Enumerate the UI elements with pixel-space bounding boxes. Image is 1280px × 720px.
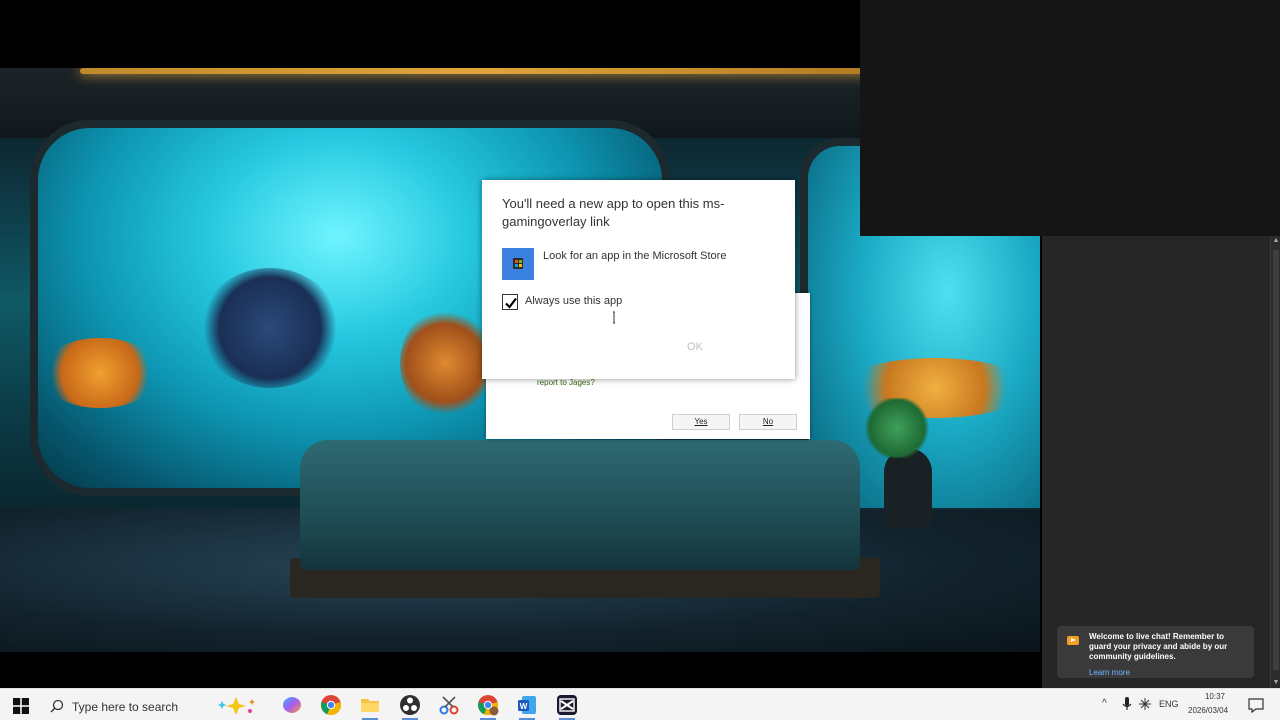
file-explorer-icon[interactable] <box>359 694 381 720</box>
report-text[interactable]: report to Jages? <box>537 378 595 387</box>
notification-center-icon[interactable] <box>1248 697 1264 713</box>
store-option-label: Look for an app in the Microsoft Store <box>543 250 727 262</box>
scroll-down-icon[interactable]: ▼ <box>1272 678 1280 688</box>
start-button[interactable] <box>8 697 34 715</box>
wallpaper-bed <box>300 440 860 570</box>
wallpaper-coral <box>40 338 160 408</box>
learn-more-link[interactable]: Learn more <box>1089 668 1246 678</box>
svg-text:W: W <box>520 702 528 711</box>
dialog-title: You'll need a new app to open this ms-ga… <box>502 196 725 229</box>
taskbar-search-box[interactable]: Type here to search <box>42 691 268 719</box>
live-chat-panel <box>1042 236 1280 688</box>
obs-icon[interactable] <box>399 694 421 720</box>
open-with-dialog: You'll need a new app to open this ms-ga… <box>482 180 795 379</box>
scrollbar-thumb[interactable] <box>1273 250 1279 670</box>
microsoft-store-option[interactable]: Look for an app in the Microsoft Store <box>502 248 772 280</box>
search-icon <box>50 699 64 713</box>
copilot-icon[interactable] <box>281 694 303 716</box>
always-use-checkbox[interactable] <box>502 294 518 310</box>
search-placeholder: Type here to search <box>72 700 179 714</box>
microsoft-store-icon <box>502 248 534 280</box>
wallpaper-plant-pot <box>884 448 932 528</box>
wallpaper-light-strip <box>80 68 880 74</box>
always-use-label: Always use this app <box>525 295 623 307</box>
no-button[interactable]: No <box>739 414 797 430</box>
wallpaper-plant <box>862 398 932 458</box>
chrome-profile-icon[interactable] <box>477 694 499 720</box>
scroll-up-icon[interactable]: ▲ <box>1272 236 1280 246</box>
yes-button[interactable]: Yes <box>672 414 730 430</box>
clock-date[interactable]: 2026/03/04 <box>1188 706 1228 715</box>
chrome-icon[interactable] <box>320 694 342 716</box>
clock-time[interactable]: 10:37 <box>1200 692 1230 701</box>
wallpaper-coral <box>400 308 490 418</box>
checkmark-icon <box>505 297 517 309</box>
word-icon[interactable]: W <box>516 694 538 720</box>
input-language-indicator[interactable]: ENG <box>1159 699 1179 709</box>
network-icon[interactable] <box>1138 697 1152 711</box>
toast-message: Welcome to live chat! Remember to guard … <box>1089 632 1228 661</box>
wallpaper-coral <box>200 268 340 388</box>
capcut-icon[interactable] <box>556 694 578 720</box>
chat-scrollbar[interactable]: ▲ ▼ <box>1270 236 1280 688</box>
youtube-icon <box>1067 636 1079 645</box>
windows-logo-icon <box>13 698 29 714</box>
webcam-panel <box>860 0 1280 236</box>
microphone-icon[interactable] <box>1122 697 1132 711</box>
taskbar: Type here to search W ^ ENG 10:37 2026/0… <box>0 688 1280 720</box>
chat-welcome-toast: Welcome to live chat! Remember to guard … <box>1057 626 1254 678</box>
ok-button[interactable]: OK <box>667 338 723 356</box>
show-hidden-icons-chevron-icon[interactable]: ^ <box>1102 698 1107 709</box>
search-highlight-sparkle-icon <box>217 697 255 715</box>
snipping-tool-icon[interactable] <box>438 694 460 716</box>
system-tray: ^ ENG 10:37 2026/03/04 <box>1096 689 1280 720</box>
text-cursor-icon <box>612 311 620 324</box>
